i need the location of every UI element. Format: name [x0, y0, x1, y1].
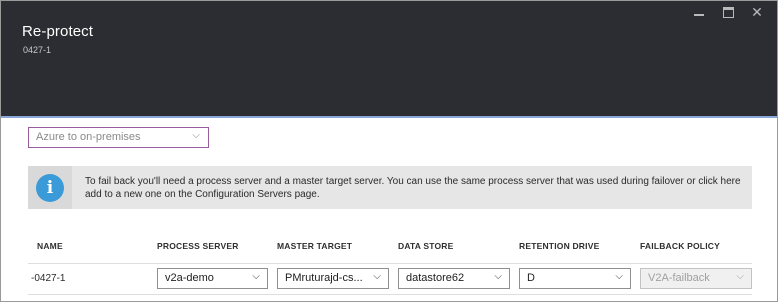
reprotect-blade: Re-protect 0427-1 ✕ Azure to on-premises… [0, 0, 778, 302]
minimize-icon[interactable] [691, 5, 707, 19]
column-header-failback-policy: FAILBACK POLICY [640, 241, 720, 251]
info-icon-cell: i [28, 166, 72, 209]
close-icon[interactable]: ✕ [749, 5, 765, 19]
blade-header: Re-protect 0427-1 ✕ [1, 1, 777, 116]
chevron-down-icon: ⌵ [192, 130, 200, 141]
maximize-icon[interactable] [721, 5, 737, 19]
blade-subtitle: 0427-1 [23, 45, 52, 55]
info-banner: i To fail back you'll need a process ser… [28, 166, 752, 209]
table-row-divider [28, 294, 752, 295]
column-header-master-target: MASTER TARGET [277, 241, 353, 251]
master-target-value: PMruturajd-cs... [285, 272, 363, 284]
chevron-down-icon: ⌵ [494, 271, 502, 282]
chevron-down-icon: ⌵ [736, 271, 744, 282]
failback-policy-dropdown: V2A-failback ⌵ [640, 268, 752, 289]
retention-drive-dropdown[interactable]: D ⌵ [519, 268, 631, 289]
column-header-name: NAME [37, 241, 63, 251]
direction-dropdown[interactable]: Azure to on-premises ⌵ [28, 127, 209, 148]
retention-drive-value: D [527, 272, 535, 284]
column-header-process-server: PROCESS SERVER [157, 241, 239, 251]
data-store-dropdown[interactable]: datastore62 ⌵ [398, 268, 510, 289]
process-server-value: v2a-demo [165, 272, 214, 284]
info-message[interactable]: To fail back you'll need a process serve… [85, 175, 745, 201]
blade-title: Re-protect [22, 23, 94, 40]
table-divider [28, 263, 752, 264]
chevron-down-icon: ⌵ [615, 271, 623, 282]
failback-policy-value: V2A-failback [648, 272, 710, 284]
column-header-retention-drive: RETENTION DRIVE [519, 241, 600, 251]
column-header-data-store: DATA STORE [398, 241, 454, 251]
chevron-down-icon: ⌵ [373, 271, 381, 282]
process-server-dropdown[interactable]: v2a-demo ⌵ [157, 268, 268, 289]
data-store-value: datastore62 [406, 272, 465, 284]
info-icon: i [36, 174, 64, 202]
header-divider [1, 116, 777, 118]
direction-value: Azure to on-premises [36, 131, 141, 143]
row-vm-name: -0427-1 [31, 273, 66, 284]
master-target-dropdown[interactable]: PMruturajd-cs... ⌵ [277, 268, 389, 289]
chevron-down-icon: ⌵ [252, 271, 260, 282]
